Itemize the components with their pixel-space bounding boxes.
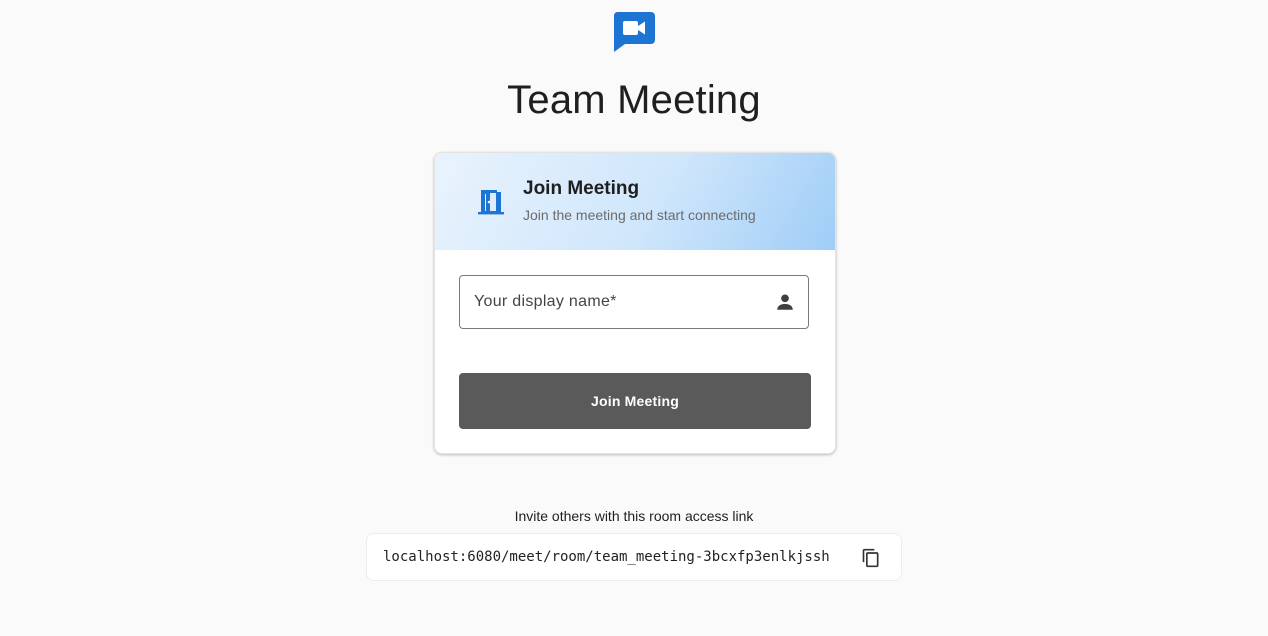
display-name-input[interactable] <box>474 276 764 328</box>
copy-icon <box>862 548 879 567</box>
display-name-field[interactable] <box>459 275 809 329</box>
join-card: Join Meeting Join the meeting and start … <box>434 152 836 454</box>
card-title: Join Meeting <box>523 178 640 199</box>
join-page: Team Meeting Join Meeting Join the meeti… <box>0 0 1268 636</box>
person-icon <box>774 291 796 313</box>
room-link[interactable]: localhost:6080/meet/room/team_meeting-3b… <box>383 549 830 565</box>
copy-link-button[interactable] <box>857 544 885 572</box>
door-open-icon <box>477 188 505 216</box>
video-chat-icon <box>613 12 655 52</box>
page-title: Team Meeting <box>507 78 761 122</box>
card-header: Join Meeting Join the meeting and start … <box>435 153 835 250</box>
card-subtitle: Join the meeting and start connecting <box>523 207 756 223</box>
invite-text: Invite others with this room access link <box>514 508 754 524</box>
join-meeting-button[interactable]: Join Meeting <box>459 373 811 429</box>
room-link-box: localhost:6080/meet/room/team_meeting-3b… <box>366 533 902 581</box>
